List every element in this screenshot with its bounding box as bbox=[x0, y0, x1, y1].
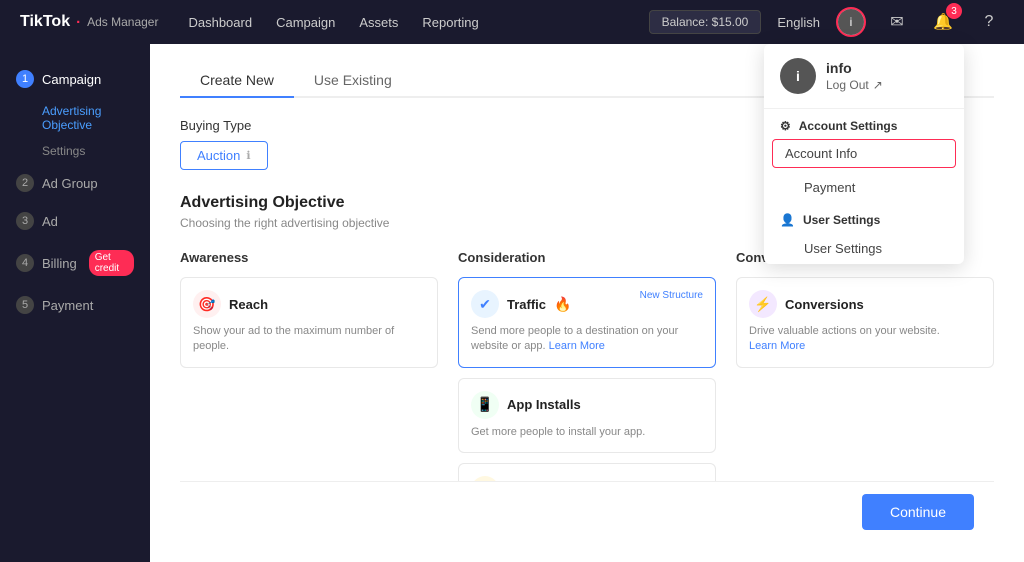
notifications-button[interactable]: 🔔 3 bbox=[928, 7, 958, 37]
conversions-desc: Drive valuable actions on your website. … bbox=[749, 324, 981, 355]
account-settings-label: Account Settings bbox=[799, 119, 898, 133]
nav-assets[interactable]: Assets bbox=[359, 15, 398, 30]
app-installs-icon: 📱 bbox=[471, 391, 499, 419]
awareness-title: Awareness bbox=[180, 250, 438, 265]
dropdown-header: i info Log Out ↗ bbox=[764, 44, 964, 109]
sidebar-item-campaign[interactable]: 1 Campaign bbox=[0, 60, 150, 98]
tab-use-existing[interactable]: Use Existing bbox=[294, 64, 412, 98]
nav-links: Dashboard Campaign Assets Reporting bbox=[188, 15, 478, 30]
nav-dashboard[interactable]: Dashboard bbox=[188, 15, 252, 30]
balance-button[interactable]: Balance: $15.00 bbox=[649, 10, 762, 34]
logo-tiktok: TikTok bbox=[20, 13, 70, 31]
sidebar-payment-label: Payment bbox=[42, 298, 93, 313]
account-settings-icon: ⚙ bbox=[780, 119, 791, 133]
step-5-num: 5 bbox=[16, 296, 34, 314]
sidebar-settings[interactable]: Settings bbox=[0, 138, 150, 164]
nav-reporting[interactable]: Reporting bbox=[422, 15, 478, 30]
payment-item[interactable]: Payment bbox=[764, 172, 964, 203]
sidebar-item-ad[interactable]: 3 Ad bbox=[0, 202, 150, 240]
logo: TikTok · Ads Manager bbox=[20, 13, 158, 31]
check-icon: ✔ bbox=[479, 296, 491, 313]
help-button[interactable]: ? bbox=[974, 7, 1004, 37]
traffic-title: Traffic bbox=[507, 297, 546, 312]
logo-ads: Ads Manager bbox=[87, 15, 158, 29]
user-settings-section: 👤 User Settings bbox=[764, 203, 964, 233]
fire-emoji: 🔥 bbox=[554, 296, 571, 313]
reach-icon: 🎯 bbox=[193, 290, 221, 318]
app-installs-header: 📱 App Installs bbox=[471, 391, 703, 419]
sidebar-billing-label: Billing bbox=[42, 256, 77, 271]
user-settings-icon: 👤 bbox=[780, 213, 795, 227]
mail-button[interactable]: ✉ bbox=[882, 7, 912, 37]
user-settings-section-label: User Settings bbox=[803, 213, 880, 227]
traffic-header: ✔ Traffic 🔥 New Structure bbox=[471, 290, 703, 318]
conversions-icon: ⚡ bbox=[749, 290, 777, 318]
reach-card[interactable]: 🎯 Reach Show your ad to the maximum numb… bbox=[180, 277, 438, 368]
traffic-learn-more[interactable]: Learn More bbox=[549, 340, 605, 352]
logout-icon: ↗ bbox=[873, 78, 883, 92]
mail-icon: ✉ bbox=[890, 12, 903, 32]
dropdown-username: info bbox=[826, 60, 883, 76]
traffic-desc: Send more people to a destination on you… bbox=[471, 324, 703, 355]
sidebar-ad-label: Ad bbox=[42, 214, 58, 229]
auction-button[interactable]: Auction ℹ bbox=[180, 141, 268, 170]
conversions-header: ⚡ Conversions bbox=[749, 290, 981, 318]
logout-label: Log Out bbox=[826, 78, 869, 92]
step-2-num: 2 bbox=[16, 174, 34, 192]
sidebar-item-payment[interactable]: 5 Payment bbox=[0, 286, 150, 324]
topnav: TikTok · Ads Manager Dashboard Campaign … bbox=[0, 0, 1024, 44]
nav-campaign[interactable]: Campaign bbox=[276, 15, 335, 30]
user-avatar: i bbox=[838, 9, 864, 35]
traffic-card[interactable]: ✔ Traffic 🔥 New Structure Send more peop… bbox=[458, 277, 716, 368]
step-4-num: 4 bbox=[16, 254, 34, 272]
topnav-left: TikTok · Ads Manager Dashboard Campaign … bbox=[20, 13, 479, 31]
reach-header: 🎯 Reach bbox=[193, 290, 425, 318]
sidebar-campaign-label: Campaign bbox=[42, 72, 101, 87]
account-settings-section: ⚙ Account Settings bbox=[764, 109, 964, 139]
new-structure-label: New Structure bbox=[640, 290, 703, 301]
sidebar-item-billing[interactable]: 4 Billing Get credit bbox=[0, 240, 150, 286]
user-avatar-button[interactable]: i bbox=[836, 7, 866, 37]
traffic-icon: ✔ bbox=[471, 290, 499, 318]
conversions-learn-more[interactable]: Learn More bbox=[749, 340, 805, 352]
info-icon: ℹ bbox=[246, 149, 250, 162]
logo-dot: · bbox=[76, 14, 81, 31]
continue-button[interactable]: Continue bbox=[862, 494, 974, 530]
app-installs-desc: Get more people to install your app. bbox=[471, 425, 703, 440]
sidebar-advertising-objective[interactable]: Advertising Objective bbox=[0, 98, 150, 138]
sidebar: 1 Campaign Advertising Objective Setting… bbox=[0, 44, 150, 562]
reach-desc: Show your ad to the maximum number of pe… bbox=[193, 324, 425, 355]
language-selector[interactable]: English bbox=[777, 15, 820, 30]
help-icon: ? bbox=[985, 13, 994, 31]
get-credit-badge[interactable]: Get credit bbox=[89, 250, 134, 276]
auction-label: Auction bbox=[197, 148, 240, 163]
notification-badge: 3 bbox=[946, 3, 962, 19]
footer-bar: Continue bbox=[180, 481, 994, 542]
reach-title: Reach bbox=[229, 297, 268, 312]
user-settings-item[interactable]: User Settings bbox=[764, 233, 964, 264]
app-installs-card[interactable]: 📱 App Installs Get more people to instal… bbox=[458, 378, 716, 453]
sidebar-item-ad-group[interactable]: 2 Ad Group bbox=[0, 164, 150, 202]
conversions-title: Conversions bbox=[785, 297, 864, 312]
conversions-card[interactable]: ⚡ Conversions Drive valuable actions on … bbox=[736, 277, 994, 368]
account-info-item[interactable]: Account Info bbox=[772, 139, 956, 168]
consideration-title: Consideration bbox=[458, 250, 716, 265]
tab-create-new[interactable]: Create New bbox=[180, 64, 294, 98]
user-dropdown-menu: i info Log Out ↗ ⚙ Account Settings Acco… bbox=[764, 44, 964, 264]
topnav-right: Balance: $15.00 English i ✉ 🔔 3 ? bbox=[649, 7, 1004, 37]
logout-button[interactable]: Log Out ↗ bbox=[826, 78, 883, 92]
step-3-num: 3 bbox=[16, 212, 34, 230]
dropdown-user-info: info Log Out ↗ bbox=[826, 60, 883, 92]
app-installs-title: App Installs bbox=[507, 397, 581, 412]
sidebar-ad-group-label: Ad Group bbox=[42, 176, 98, 191]
step-1-num: 1 bbox=[16, 70, 34, 88]
dropdown-avatar: i bbox=[780, 58, 816, 94]
